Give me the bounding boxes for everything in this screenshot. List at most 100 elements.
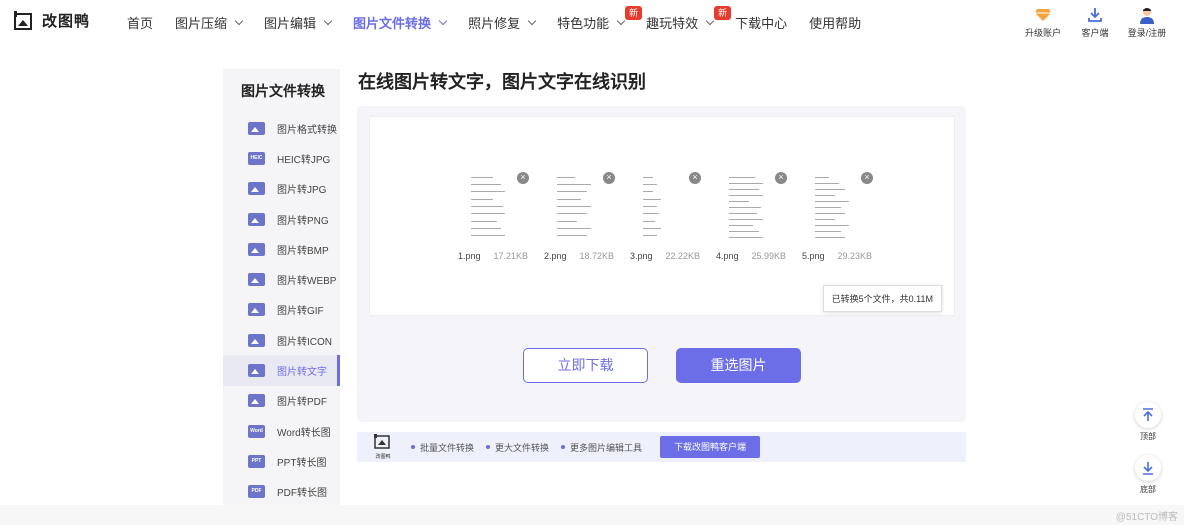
- new-badge: 新: [625, 6, 643, 20]
- file-name: 2.png: [544, 251, 567, 261]
- sidebar-item-label: 图片转PDF: [277, 397, 327, 409]
- sidebar-item-label: 图片格式转换: [277, 124, 337, 136]
- sidebar-item-format-convert[interactable]: 图片格式转换: [223, 113, 340, 143]
- image-convert-icon: [248, 121, 265, 135]
- back-to-top-button[interactable]: 顶部: [1134, 402, 1162, 442]
- sidebar-item-ppt-long[interactable]: PPT PPT转长图: [223, 446, 340, 476]
- client-label: 客户端: [1081, 28, 1109, 38]
- login-register-button[interactable]: 登录/注册: [1122, 6, 1172, 39]
- word-icon: Word: [248, 424, 265, 438]
- sidebar-item-word-long[interactable]: Word Word转长图: [223, 416, 340, 446]
- go-to-bottom-button[interactable]: 底部: [1134, 455, 1162, 495]
- nav-item-features[interactable]: 特色功能 新: [557, 0, 643, 44]
- conversion-summary: 已转换5个文件，共0.11M: [822, 285, 942, 312]
- bottom-label: 底部: [1140, 485, 1156, 494]
- remove-file-icon[interactable]: ×: [517, 172, 529, 184]
- download-now-button[interactable]: 立即下载: [523, 348, 648, 383]
- file-preview-image: ×: [639, 172, 701, 245]
- promo-feature: 更多图片编辑工具: [561, 441, 642, 454]
- reselect-images-button[interactable]: 重选图片: [676, 348, 801, 383]
- chevron-down-icon: [705, 16, 715, 25]
- sidebar-item-to-bmp[interactable]: 图片转BMP: [223, 234, 340, 264]
- page-title: 在线图片转文字，图片文字在线识别: [358, 72, 646, 92]
- file-preview-image: ×: [811, 172, 873, 245]
- nav-item-compress[interactable]: 图片压缩: [175, 0, 244, 44]
- file-thumb: × 2.png 18.72KB: [544, 172, 615, 261]
- file-thumb: × 1.png 17.21KB: [458, 172, 529, 261]
- work-panel: × 1.png 17.21KB × 2.png 18.72KB × 3.png 22.…: [357, 106, 966, 422]
- new-badge: 新: [714, 6, 732, 20]
- promo-feature: 批量文件转换: [411, 441, 474, 454]
- sidebar-item-label: 图片转WEBP: [277, 276, 337, 288]
- nav-item-home[interactable]: 首页: [127, 0, 153, 44]
- upgrade-account-button[interactable]: 升级账户: [1018, 6, 1068, 39]
- sidebar-item-to-webp[interactable]: 图片转WEBP: [223, 264, 340, 294]
- sidebar-item-to-jpg[interactable]: 图片转JPG: [223, 174, 340, 204]
- sidebar: 图片文件转换 图片格式转换 HEIC HEIC转JPG 图片转JPG 图片转PNG…: [223, 69, 340, 505]
- nav-label: 特色功能: [557, 15, 610, 31]
- arrow-up-icon: [1143, 408, 1153, 421]
- nav-label: 下载中心: [735, 15, 788, 31]
- file-size: 17.21KB: [493, 251, 528, 261]
- remove-file-icon[interactable]: ×: [775, 172, 787, 184]
- remove-file-icon[interactable]: ×: [861, 172, 873, 184]
- nav-label: 使用帮助: [809, 15, 862, 31]
- file-size: 18.72KB: [579, 251, 614, 261]
- watermark: @51CTO博客: [1115, 512, 1178, 523]
- logo[interactable]: 改图鸭: [14, 10, 90, 31]
- nav-label: 图片文件转换: [353, 15, 432, 31]
- upgrade-account-label: 升级账户: [1024, 28, 1061, 38]
- bmp-icon: [248, 242, 265, 256]
- nav-item-help[interactable]: 使用帮助: [809, 0, 861, 44]
- nav-label: 图片编辑: [264, 15, 317, 31]
- file-preview-area: × 1.png 17.21KB × 2.png 18.72KB × 3.png 22.…: [369, 116, 955, 316]
- pdf-long-icon: PDF: [248, 485, 265, 499]
- file-name: 4.png: [716, 251, 739, 261]
- top-header: 改图鸭 首页 图片压缩 图片编辑 图片文件转换 照片修复 特色功能新 趣玩特效新…: [0, 0, 1184, 44]
- nav-item-convert[interactable]: 图片文件转换: [353, 0, 448, 44]
- png-icon: [248, 212, 265, 226]
- remove-file-icon[interactable]: ×: [689, 172, 701, 184]
- chevron-down-icon: [438, 16, 448, 25]
- file-name: 3.png: [630, 251, 653, 261]
- file-size: 25.99KB: [751, 251, 786, 261]
- sidebar-item-pdf-long[interactable]: PDF PDF转长图: [223, 477, 340, 507]
- nav-item-edit[interactable]: 图片编辑: [264, 0, 333, 44]
- sidebar-title: 图片文件转换: [241, 83, 325, 99]
- main-nav: 首页 图片压缩 图片编辑 图片文件转换 照片修复 特色功能新 趣玩特效新 下载中…: [127, 0, 883, 44]
- sidebar-item-label: HEIC转JPG: [277, 154, 331, 166]
- client-app-icon: [374, 434, 390, 449]
- nav-label: 照片修复: [468, 15, 521, 31]
- nav-item-fun-effects[interactable]: 趣玩特效 新: [646, 0, 732, 44]
- sidebar-item-label: 图片转文字: [277, 367, 327, 379]
- file-preview-image: ×: [725, 172, 787, 245]
- diamond-icon: [1035, 9, 1051, 21]
- sidebar-item-to-icon[interactable]: 图片转ICON: [223, 325, 340, 355]
- download-client-button[interactable]: 下载改图鸭客户端: [660, 436, 761, 458]
- file-size: 22.22KB: [665, 251, 700, 261]
- client-download-button[interactable]: 客户端: [1070, 6, 1120, 39]
- webp-icon: [248, 273, 265, 287]
- nav-item-download-center[interactable]: 下载中心: [735, 0, 787, 44]
- sidebar-item-to-png[interactable]: 图片转PNG: [223, 204, 340, 234]
- sidebar-item-heic-jpg[interactable]: HEIC HEIC转JPG: [223, 143, 340, 173]
- text-icon: [248, 364, 265, 378]
- nav-item-repair[interactable]: 照片修复: [468, 0, 537, 44]
- sidebar-item-to-gif[interactable]: 图片转GIF: [223, 295, 340, 325]
- user-avatar-icon: [1140, 8, 1154, 24]
- file-size: 29.23KB: [837, 251, 872, 261]
- remove-file-icon[interactable]: ×: [603, 172, 615, 184]
- jpg-icon: [248, 182, 265, 196]
- sidebar-item-to-pdf[interactable]: 图片转PDF: [223, 386, 340, 416]
- file-name: 1.png: [458, 251, 481, 261]
- promo-feature: 更大文件转换: [486, 441, 549, 454]
- nav-label: 趣玩特效: [646, 15, 699, 31]
- logo-icon: [14, 10, 32, 30]
- file-preview-image: ×: [553, 172, 615, 245]
- pdf-icon: [248, 394, 265, 408]
- gif-icon: [248, 303, 265, 317]
- file-name: 5.png: [802, 251, 825, 261]
- chevron-down-icon: [616, 16, 626, 25]
- file-thumb: × 5.png 29.23KB: [802, 172, 873, 261]
- sidebar-item-to-text[interactable]: 图片转文字: [223, 355, 340, 386]
